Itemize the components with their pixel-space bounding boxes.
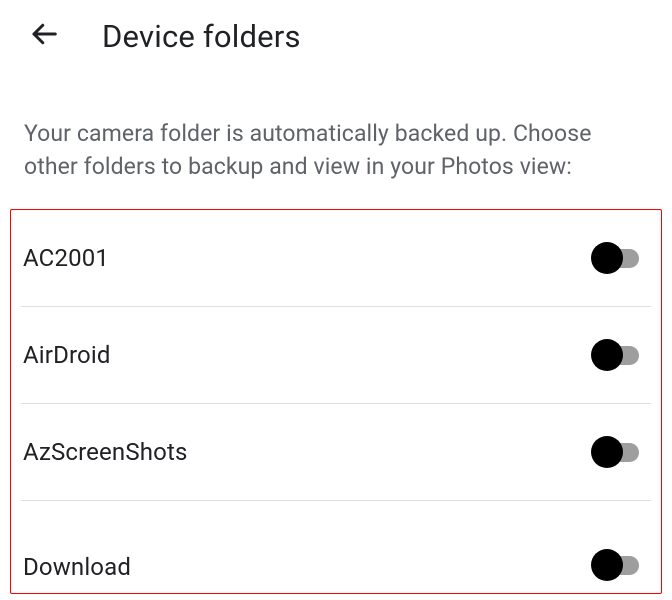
folder-row[interactable]: Download — [21, 501, 651, 593]
folder-list-highlight: AC2001 AirDroid AzScreenShots Download — [10, 209, 662, 594]
description-text: Your camera folder is automatically back… — [0, 80, 672, 209]
toggle-thumb — [591, 242, 623, 274]
toggle-thumb — [591, 339, 623, 371]
toggle-thumb — [591, 436, 623, 468]
folder-row[interactable]: AC2001 — [21, 210, 651, 307]
folder-toggle[interactable] — [591, 549, 645, 581]
folder-row[interactable]: AzScreenShots — [21, 404, 651, 501]
folder-name-label: AirDroid — [21, 341, 111, 369]
header: Device folders — [0, 0, 672, 80]
arrow-left-icon — [29, 19, 59, 53]
folder-name-label: AC2001 — [21, 244, 109, 272]
folder-list: AC2001 AirDroid AzScreenShots Download — [11, 210, 661, 593]
folder-toggle[interactable] — [591, 436, 645, 468]
toggle-thumb — [591, 549, 623, 581]
folder-toggle[interactable] — [591, 242, 645, 274]
folder-toggle[interactable] — [591, 339, 645, 371]
folder-name-label: AzScreenShots — [21, 438, 187, 466]
folder-name-label: Download — [21, 553, 131, 581]
page-title: Device folders — [102, 18, 301, 55]
back-button[interactable] — [24, 16, 64, 56]
folder-row[interactable]: AirDroid — [21, 307, 651, 404]
